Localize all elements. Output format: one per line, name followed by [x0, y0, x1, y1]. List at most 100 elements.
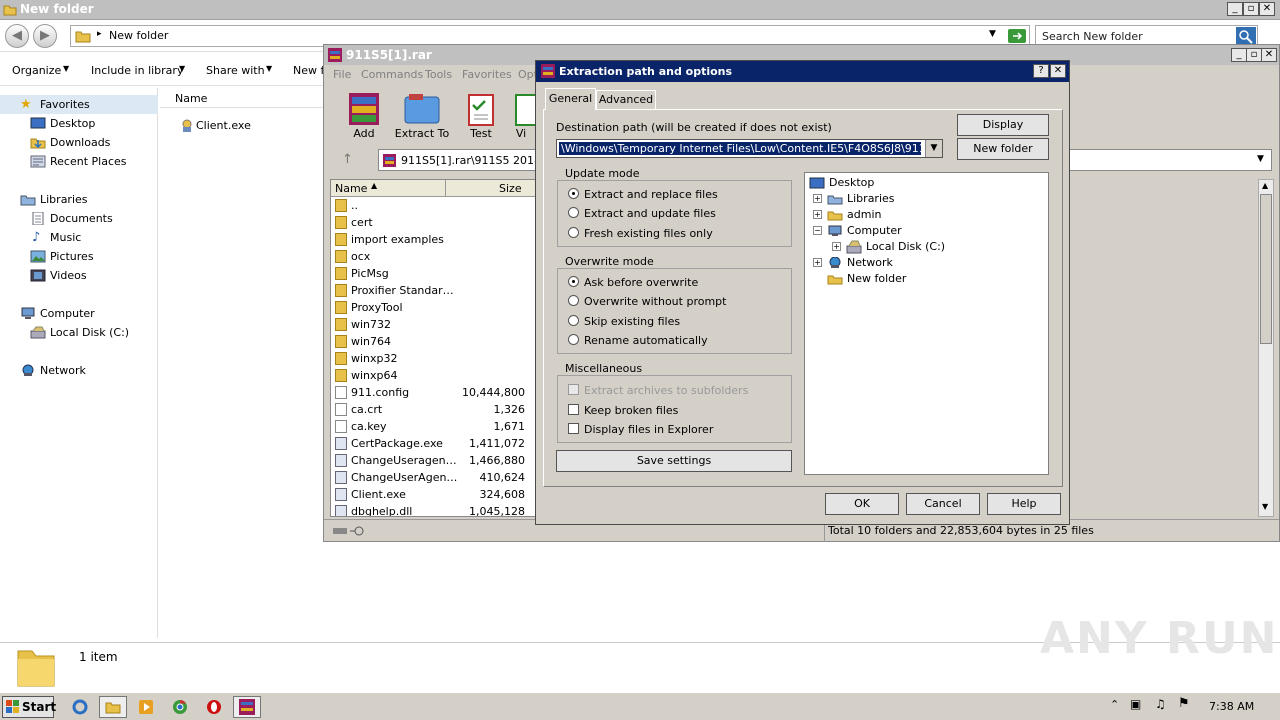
nav-libraries[interactable]: Libraries — [0, 190, 158, 209]
test-button[interactable]: Test — [451, 91, 511, 140]
scrollbar[interactable]: ▲ ▼ — [1258, 179, 1274, 517]
clock[interactable]: 7:38 AM — [1209, 700, 1254, 713]
tab-general[interactable]: General — [545, 88, 596, 110]
archive-row[interactable]: ProxyTool — [331, 299, 539, 316]
flag-icon[interactable]: ⚑ — [1178, 696, 1190, 711]
scroll-up-arrow-icon[interactable]: ▲ — [1262, 181, 1268, 190]
nav-pictures[interactable]: Pictures — [0, 247, 158, 266]
chrome-taskbar-button[interactable] — [166, 696, 194, 718]
menu-file[interactable]: File — [333, 68, 351, 81]
radio-skip-existing[interactable] — [568, 315, 579, 326]
nav-downloads[interactable]: Downloads — [0, 133, 158, 152]
minimize-button[interactable]: _ — [1227, 2, 1243, 16]
nav-computer[interactable]: Computer — [0, 304, 158, 323]
nav-recent-places[interactable]: Recent Places — [0, 152, 158, 171]
expand-plus-icon[interactable]: + — [813, 258, 822, 267]
radio-fresh-existing[interactable] — [568, 227, 579, 238]
archive-row[interactable]: Proxifier Standar… — [331, 282, 539, 299]
archive-row[interactable]: dbghelp.dll 1,045,128 — [331, 503, 539, 516]
media-player-taskbar-button[interactable] — [132, 696, 160, 718]
archive-row[interactable]: win732 — [331, 316, 539, 333]
archive-row[interactable]: ca.key 1,671 — [331, 418, 539, 435]
expand-plus-icon[interactable]: + — [832, 242, 841, 251]
archive-row[interactable]: ocx — [331, 248, 539, 265]
opera-taskbar-button[interactable] — [200, 696, 228, 718]
archive-row[interactable]: winxp64 — [331, 367, 539, 384]
checkbox-keep-broken[interactable] — [568, 404, 579, 415]
folder-tree[interactable]: Desktop + Libraries + admin − Computer +… — [804, 172, 1049, 475]
menu-commands[interactable]: Commands — [361, 68, 423, 81]
start-button[interactable]: Start — [2, 696, 56, 718]
ie-taskbar-button[interactable] — [66, 696, 94, 718]
collapse-minus-icon[interactable]: − — [813, 226, 822, 235]
close-button[interactable]: ✕ — [1259, 2, 1275, 16]
close-button[interactable]: ✕ — [1050, 64, 1066, 78]
archive-row[interactable]: win764 — [331, 333, 539, 350]
extract-to-button[interactable]: Extract To — [392, 91, 452, 140]
organize-menu[interactable]: Organize — [12, 64, 61, 77]
column-name[interactable]: Name — [335, 182, 367, 195]
column-header-name[interactable]: Name — [160, 88, 330, 108]
archive-row[interactable]: import examples — [331, 231, 539, 248]
back-button[interactable]: ◀ — [5, 24, 29, 48]
archive-row[interactable]: winxp32 — [331, 350, 539, 367]
nav-favorites[interactable]: ★ Favorites — [0, 95, 158, 114]
archive-row[interactable]: ca.crt 1,326 — [331, 401, 539, 418]
radio-extract-replace[interactable] — [568, 188, 579, 199]
add-button[interactable]: Add — [334, 91, 394, 140]
archive-row[interactable]: CertPackage.exe 1,411,072 — [331, 435, 539, 452]
radio-ask-before[interactable] — [568, 276, 579, 287]
display-button[interactable]: Display — [957, 114, 1049, 136]
nav-desktop[interactable]: Desktop — [0, 114, 158, 133]
chevron-down-icon[interactable]: ▼ — [925, 140, 942, 157]
explorer-taskbar-button[interactable] — [99, 696, 127, 718]
expand-plus-icon[interactable]: + — [813, 210, 822, 219]
chevron-down-icon[interactable]: ▼ — [989, 29, 996, 39]
tray-expand-icon[interactable]: ⌃ — [1110, 698, 1119, 711]
help-question-button[interactable]: ? — [1033, 64, 1049, 78]
volume-icon[interactable]: ♫ — [1155, 697, 1166, 711]
archive-row[interactable]: .. — [331, 197, 539, 214]
refresh-icon[interactable] — [1007, 28, 1027, 44]
nav-network[interactable]: Network — [0, 361, 158, 380]
search-icon[interactable] — [1236, 27, 1256, 45]
scroll-down-arrow-icon[interactable]: ▼ — [1262, 502, 1268, 511]
file-item[interactable]: Client.exe — [180, 117, 330, 135]
checkbox-extract-subfolders[interactable] — [568, 384, 579, 395]
dialog-titlebar[interactable]: Extraction path and options ? ✕ — [536, 61, 1069, 82]
destination-path-input[interactable]: \Windows\Temporary Internet Files\Low\Co… — [556, 139, 943, 158]
archive-row[interactable]: PicMsg — [331, 265, 539, 282]
radio-extract-update[interactable] — [568, 207, 579, 218]
nav-music[interactable]: ♪ Music — [0, 228, 158, 247]
archive-row[interactable]: Client.exe 324,608 — [331, 486, 539, 503]
up-arrow-icon[interactable]: ↑ — [342, 152, 353, 167]
help-button[interactable]: Help — [987, 493, 1061, 515]
minimize-button[interactable]: _ — [1231, 48, 1247, 62]
menu-tools[interactable]: Tools — [425, 68, 452, 81]
include-in-library-menu[interactable]: Include in library — [91, 64, 183, 77]
winrar-taskbar-button[interactable] — [233, 696, 261, 718]
maximize-button[interactable]: ▫ — [1246, 48, 1262, 62]
radio-overwrite-without[interactable] — [568, 295, 579, 306]
close-button[interactable]: ✕ — [1261, 48, 1277, 62]
scroll-thumb[interactable] — [1260, 194, 1272, 344]
forward-button[interactable]: ▶ — [33, 24, 57, 48]
save-settings-button[interactable]: Save settings — [556, 450, 792, 472]
nav-videos[interactable]: Videos — [0, 266, 158, 285]
new-folder-button[interactable]: New folder — [957, 138, 1049, 160]
archive-row[interactable]: ChangeUseragen… 1,466,880 — [331, 452, 539, 469]
column-size[interactable]: Size — [499, 182, 522, 195]
checkbox-display-explorer[interactable] — [568, 423, 579, 434]
ok-button[interactable]: OK — [825, 493, 899, 515]
cancel-button[interactable]: Cancel — [906, 493, 980, 515]
share-with-menu[interactable]: Share with — [206, 64, 265, 77]
archive-row[interactable]: 911.config 10,444,800 — [331, 384, 539, 401]
archive-row[interactable]: cert — [331, 214, 539, 231]
radio-rename-auto[interactable] — [568, 334, 579, 345]
nav-local-disk[interactable]: Local Disk (C:) — [0, 323, 158, 342]
network-tray-icon[interactable]: ▣ — [1130, 697, 1141, 711]
chevron-down-icon[interactable]: ▼ — [1257, 154, 1264, 164]
menu-favorites[interactable]: Favorites — [462, 68, 512, 81]
archive-row[interactable]: ChangeUserAgen… 410,624 — [331, 469, 539, 486]
expand-plus-icon[interactable]: + — [813, 194, 822, 203]
